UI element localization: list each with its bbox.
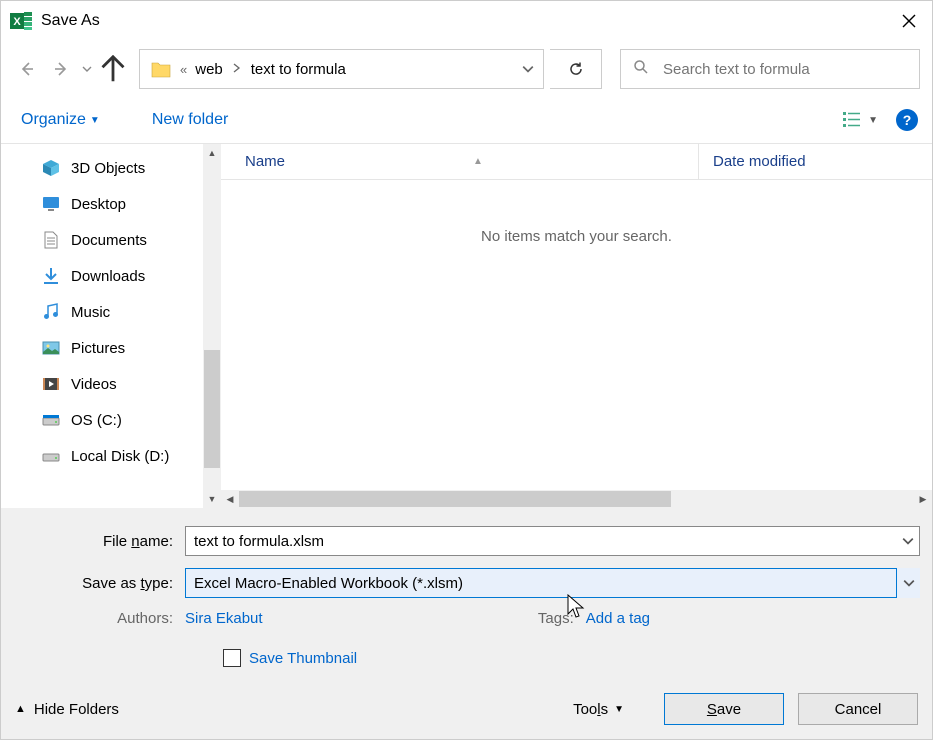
- scroll-down-button[interactable]: ▼: [203, 490, 221, 508]
- arrow-right-icon: [53, 61, 69, 77]
- sidebar-item-desktop[interactable]: Desktop: [1, 186, 221, 222]
- column-header-name[interactable]: Name ▲: [245, 153, 698, 170]
- empty-list-message: No items match your search.: [221, 228, 932, 245]
- new-folder-button[interactable]: New folder: [146, 107, 234, 133]
- scroll-thumb[interactable]: [239, 491, 671, 507]
- save-thumbnail-checkbox[interactable]: [223, 649, 241, 667]
- hide-folders-button[interactable]: ▲ Hide Folders: [15, 701, 119, 718]
- close-icon: [902, 14, 916, 28]
- save-as-type-dropdown[interactable]: [896, 568, 920, 598]
- scroll-thumb[interactable]: [204, 350, 220, 468]
- search-input[interactable]: [661, 60, 907, 79]
- folder-tree: 3D Objects Desktop Documents Downloads M…: [1, 144, 221, 508]
- authors-value[interactable]: Sira Ekabut: [185, 610, 263, 627]
- horizontal-scrollbar[interactable]: ◀ ▶: [221, 490, 932, 508]
- save-button[interactable]: Save: [664, 693, 784, 725]
- sidebar-item-label: Downloads: [71, 268, 145, 285]
- folder-icon: [150, 58, 172, 80]
- chevron-down-icon: [82, 64, 92, 74]
- desktop-icon: [41, 194, 61, 214]
- breadcrumb-overflow[interactable]: «: [180, 62, 187, 77]
- sidebar-item-label: Videos: [71, 376, 117, 393]
- sidebar-item-label: Pictures: [71, 340, 125, 357]
- music-icon: [41, 302, 61, 322]
- sidebar-item-downloads[interactable]: Downloads: [1, 258, 221, 294]
- file-name-dropdown[interactable]: [902, 526, 914, 556]
- tools-button[interactable]: Tools ▼: [573, 701, 624, 718]
- drive-icon: [41, 446, 61, 466]
- sidebar-item-drive-c[interactable]: OS (C:): [1, 402, 221, 438]
- address-bar[interactable]: « web text to formula: [139, 49, 544, 89]
- sidebar-item-music[interactable]: Music: [1, 294, 221, 330]
- svg-text:X: X: [13, 16, 21, 28]
- videos-icon: [41, 374, 61, 394]
- save-as-type-value: Excel Macro-Enabled Workbook (*.xlsm): [194, 575, 463, 592]
- sidebar-item-3d-objects[interactable]: 3D Objects: [1, 150, 221, 186]
- sidebar-item-label: OS (C:): [71, 412, 122, 429]
- authors-label: Authors:: [13, 610, 185, 627]
- nav-forward-button[interactable]: [47, 55, 75, 83]
- breadcrumb-separator[interactable]: [233, 63, 241, 76]
- save-as-type-combo[interactable]: Excel Macro-Enabled Workbook (*.xlsm): [185, 568, 920, 598]
- new-folder-label: New folder: [152, 111, 228, 129]
- file-name-input[interactable]: [185, 526, 920, 556]
- hide-folders-label: Hide Folders: [34, 701, 119, 718]
- downloads-icon: [41, 266, 61, 286]
- arrow-left-icon: [19, 61, 35, 77]
- sidebar-scrollbar[interactable]: ▲ ▼: [203, 144, 221, 508]
- scroll-right-button[interactable]: ▶: [914, 490, 932, 508]
- excel-app-icon: X: [9, 9, 33, 33]
- drive-icon: [41, 410, 61, 430]
- chevron-up-icon: ▲: [15, 703, 26, 715]
- documents-icon: [41, 230, 61, 250]
- sidebar-item-label: 3D Objects: [71, 160, 145, 177]
- tags-label: Tags:: [538, 610, 586, 627]
- view-list-icon: [842, 110, 862, 130]
- nav-back-button[interactable]: [13, 55, 41, 83]
- search-icon: [633, 59, 649, 79]
- sidebar-item-pictures[interactable]: Pictures: [1, 330, 221, 366]
- chevron-down-icon: [522, 63, 534, 75]
- column-date-label: Date modified: [713, 153, 806, 170]
- search-box[interactable]: [620, 49, 920, 89]
- view-options-button[interactable]: ▼: [842, 110, 878, 130]
- chevron-right-icon: [233, 63, 241, 73]
- tools-label: Tools: [573, 701, 608, 718]
- scroll-up-button[interactable]: ▲: [203, 144, 221, 162]
- sidebar-item-label: Desktop: [71, 196, 126, 213]
- refresh-button[interactable]: [550, 49, 602, 89]
- close-button[interactable]: [886, 1, 932, 41]
- tags-value[interactable]: Add a tag: [586, 610, 650, 627]
- breadcrumb-item-current[interactable]: text to formula: [245, 57, 352, 82]
- nav-history-dropdown[interactable]: [81, 55, 93, 83]
- sort-ascending-icon: ▲: [473, 156, 483, 167]
- pictures-icon: [41, 338, 61, 358]
- file-name-label: File name:: [13, 533, 185, 550]
- 3d-objects-icon: [41, 158, 61, 178]
- dialog-title: Save As: [41, 12, 886, 30]
- help-button[interactable]: ?: [896, 109, 918, 131]
- chevron-down-icon: [903, 577, 915, 589]
- breadcrumb-item-web[interactable]: web: [189, 57, 229, 82]
- organize-label: Organize: [21, 111, 86, 129]
- sidebar-item-label: Documents: [71, 232, 147, 249]
- sidebar-item-documents[interactable]: Documents: [1, 222, 221, 258]
- arrow-up-icon: [99, 55, 127, 83]
- chevron-down-icon: [902, 535, 914, 547]
- sidebar-item-label: Music: [71, 304, 110, 321]
- save-as-type-label: Save as type:: [13, 575, 185, 592]
- sidebar-item-drive-d[interactable]: Local Disk (D:): [1, 438, 221, 474]
- sidebar-item-label: Local Disk (D:): [71, 448, 169, 465]
- scroll-left-button[interactable]: ◀: [221, 490, 239, 508]
- refresh-icon: [568, 61, 584, 77]
- nav-up-button[interactable]: [99, 55, 127, 83]
- address-dropdown[interactable]: [513, 63, 543, 75]
- column-header-date[interactable]: Date modified: [698, 144, 932, 179]
- cancel-button[interactable]: Cancel: [798, 693, 918, 725]
- organize-button[interactable]: Organize ▼: [15, 107, 106, 133]
- save-thumbnail-label[interactable]: Save Thumbnail: [249, 650, 357, 667]
- sidebar-item-videos[interactable]: Videos: [1, 366, 221, 402]
- column-name-label: Name: [245, 153, 285, 170]
